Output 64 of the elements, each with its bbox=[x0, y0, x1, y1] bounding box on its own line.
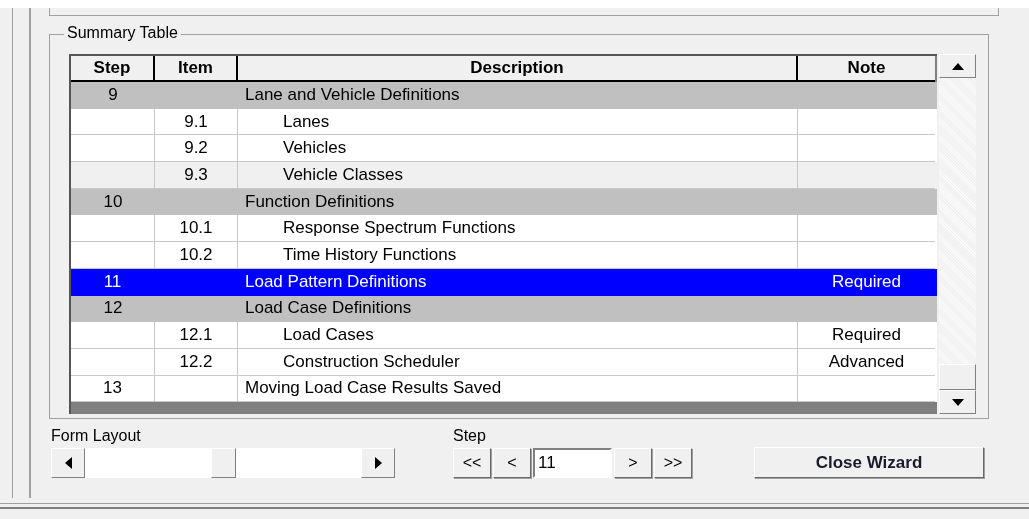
left-arrow-icon bbox=[64, 457, 72, 469]
close-wizard-button[interactable]: Close Wizard bbox=[754, 447, 984, 478]
scroll-up-button[interactable] bbox=[939, 54, 976, 78]
table-cell: Required bbox=[832, 325, 901, 346]
table-row[interactable]: 11 Load Pattern Definitions Required bbox=[71, 268, 937, 296]
form-layout-label: Form Layout bbox=[51, 427, 142, 445]
table-cell: 9.1 bbox=[184, 111, 208, 132]
table-row[interactable]: 10 Function Definitions bbox=[71, 188, 937, 216]
scroll-thumb[interactable] bbox=[210, 448, 236, 478]
next-step-button[interactable]: > bbox=[614, 448, 652, 478]
table-cell: 9.2 bbox=[184, 138, 208, 159]
column-header[interactable]: Description bbox=[238, 56, 798, 82]
previous-step-button[interactable]: < bbox=[493, 448, 531, 478]
table-row[interactable]: 12.2 Construction Scheduler Advanced bbox=[71, 348, 937, 376]
table-row[interactable]: 10.1 Response Spectrum Functions bbox=[71, 215, 937, 243]
table-cell: 13 bbox=[103, 378, 122, 399]
table-cell: Response Spectrum Functions bbox=[283, 218, 516, 239]
table-cell: Load Cases bbox=[283, 325, 374, 346]
table-cell: Load Pattern Definitions bbox=[245, 271, 427, 292]
down-arrow-icon bbox=[951, 398, 964, 406]
scroll-right-button[interactable] bbox=[361, 448, 395, 478]
table-cell: Vehicle Classes bbox=[283, 164, 403, 185]
step-field[interactable]: 11 bbox=[533, 448, 612, 478]
table-cell: Moving Load Case Results Saved bbox=[245, 378, 502, 399]
table-cell: Time History Functions bbox=[283, 244, 457, 265]
group-title: Summary Table bbox=[64, 24, 181, 42]
first-step-button[interactable]: << bbox=[453, 448, 491, 478]
table-cell: 12 bbox=[103, 298, 123, 319]
last-step-button[interactable]: >> bbox=[654, 448, 692, 478]
table-row[interactable]: 12 Load Case Definitions bbox=[71, 295, 937, 323]
table-row[interactable]: 13 Moving Load Case Results Saved bbox=[71, 375, 937, 403]
table-cell: 10 bbox=[103, 191, 123, 212]
scroll-down-button[interactable] bbox=[939, 390, 976, 415]
table-row[interactable]: 9.2 Vehicles bbox=[71, 135, 937, 163]
table-cell: 9.3 bbox=[184, 164, 208, 185]
table-cell: Advanced bbox=[828, 351, 905, 372]
table-cell: Load Case Definitions bbox=[245, 298, 412, 319]
table-cell: Construction Scheduler bbox=[283, 351, 460, 372]
table-cell: 10.2 bbox=[179, 244, 213, 265]
table-cell: 12.2 bbox=[179, 351, 213, 372]
table-cell: 9 bbox=[108, 84, 118, 105]
scroll-left-button[interactable] bbox=[51, 448, 85, 478]
vertical-scrollbar[interactable] bbox=[939, 54, 976, 415]
table-cell: Function Definitions bbox=[245, 191, 395, 212]
table-row[interactable]: 9 Lane and Vehicle Definitions bbox=[71, 82, 937, 109]
table-cell: Lanes bbox=[283, 111, 330, 132]
table-cell: 11 bbox=[103, 271, 122, 292]
table-row[interactable]: 9.3 Vehicle Classes bbox=[71, 162, 937, 189]
up-arrow-icon bbox=[951, 62, 964, 70]
column-header[interactable]: Item bbox=[155, 56, 238, 82]
step-label: Step bbox=[453, 427, 487, 445]
table-cell: 12.1 bbox=[179, 325, 213, 346]
table-cell: Required bbox=[832, 271, 901, 292]
horizontal-scrollbar[interactable] bbox=[51, 448, 395, 478]
scroll-thumb[interactable] bbox=[939, 364, 976, 391]
table-row[interactable]: 10.2 Time History Functions bbox=[71, 242, 937, 269]
table-row[interactable]: 12.1 Load Cases Required bbox=[71, 322, 937, 349]
column-header[interactable]: Step bbox=[71, 56, 155, 82]
table-cell: Vehicles bbox=[283, 138, 347, 159]
table-cell: 10.1 bbox=[179, 218, 213, 239]
table-cell: Lane and Vehicle Definitions bbox=[245, 84, 460, 105]
right-arrow-icon bbox=[374, 457, 382, 469]
table-row[interactable]: 9.1 Lanes bbox=[71, 108, 937, 136]
column-header[interactable]: Note bbox=[798, 56, 935, 82]
